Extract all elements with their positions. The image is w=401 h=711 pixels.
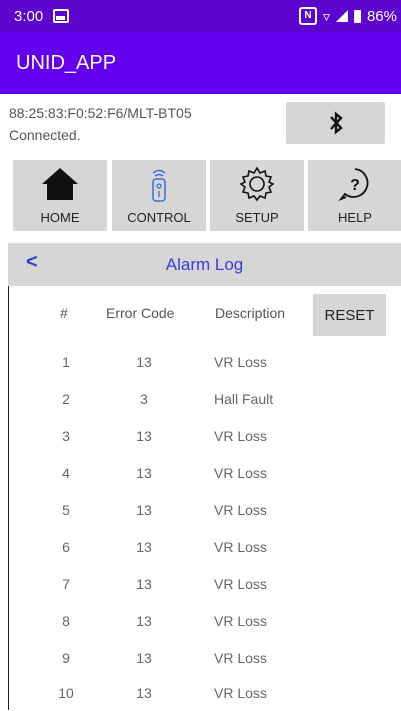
setup-button[interactable]: SETUP <box>210 160 304 231</box>
connection-panel: 88:25:83:F0:52:F6/MLT-BT05 Connected. <box>0 94 401 156</box>
row-description: Hall Fault <box>214 391 274 407</box>
back-button[interactable]: < <box>26 251 38 274</box>
table-row: 7 13 VR Loss <box>8 565 401 602</box>
help-button[interactable]: ? HELP <box>308 160 401 231</box>
row-number: 7 <box>62 576 70 592</box>
row-error-code: 13 <box>136 685 152 701</box>
row-description: VR Loss <box>214 539 267 555</box>
table-row: 4 13 VR Loss <box>8 454 401 491</box>
row-number: 6 <box>62 539 70 555</box>
remote-icon <box>144 166 174 202</box>
home-label: HOME <box>40 210 80 225</box>
row-description: VR Loss <box>214 502 267 518</box>
row-error-code: 13 <box>136 502 152 518</box>
table-row: 1 13 VR Loss <box>8 343 401 380</box>
header-description: Description <box>215 305 286 321</box>
connection-status: Connected. <box>9 127 81 143</box>
row-error-code: 13 <box>136 428 152 444</box>
app-title: UNID_APP <box>16 51 117 74</box>
battery-icon <box>353 9 361 23</box>
wifi-icon: ▿ <box>322 7 330 24</box>
row-description: VR Loss <box>214 465 267 481</box>
setup-label: SETUP <box>235 210 279 225</box>
row-error-code: 13 <box>136 354 152 370</box>
row-number: 9 <box>62 650 70 666</box>
row-description: VR Loss <box>214 354 267 370</box>
battery-text: 86% <box>366 7 397 25</box>
app-bar: UNID_APP <box>0 32 401 94</box>
page-title-bar: Alarm Log < <box>8 243 401 286</box>
home-icon <box>40 166 80 202</box>
row-description: VR Loss <box>214 650 267 666</box>
status-bar: 3:00 N ▿ 86% <box>0 0 401 32</box>
table-row: 6 13 VR Loss <box>8 528 401 565</box>
device-address: 88:25:83:F0:52:F6/MLT-BT05 <box>9 105 192 121</box>
bluetooth-button[interactable] <box>286 102 385 144</box>
header-error-code: Error Code <box>106 305 175 321</box>
row-number: 8 <box>62 613 70 629</box>
table-row: 9 13 VR Loss <box>8 639 401 676</box>
nav-row: HOME CONTROL SETUP ? HELP <box>0 157 401 232</box>
row-number: 10 <box>58 685 74 701</box>
status-icons: N ▿ 86% <box>298 0 397 32</box>
row-number: 4 <box>62 465 70 481</box>
row-description: VR Loss <box>214 685 267 701</box>
control-label: CONTROL <box>127 210 191 225</box>
row-error-code: 13 <box>136 576 152 592</box>
row-error-code: 13 <box>136 650 152 666</box>
reset-button[interactable]: RESET <box>313 294 386 336</box>
row-description: VR Loss <box>214 613 267 629</box>
help-icon: ? <box>336 166 374 202</box>
row-error-code: 3 <box>140 391 148 407</box>
status-time: 3:00 <box>14 7 44 25</box>
nfc-icon: N <box>298 7 317 25</box>
header-number: # <box>60 305 68 321</box>
row-number: 2 <box>62 391 70 407</box>
row-error-code: 13 <box>136 539 152 555</box>
table-row: 2 3 Hall Fault <box>8 380 401 417</box>
row-number: 1 <box>62 354 70 370</box>
row-error-code: 13 <box>136 613 152 629</box>
svg-text:?: ? <box>350 177 360 194</box>
help-label: HELP <box>338 210 372 225</box>
row-error-code: 13 <box>136 465 152 481</box>
page-title: Alarm Log <box>165 255 244 274</box>
bluetooth-disconnect-icon <box>329 111 343 135</box>
home-button[interactable]: HOME <box>13 160 107 231</box>
row-description: VR Loss <box>214 576 267 592</box>
row-number: 5 <box>62 502 70 518</box>
table-row: 3 13 VR Loss <box>8 417 401 454</box>
row-number: 3 <box>62 428 70 444</box>
signal-icon <box>335 10 348 22</box>
table-row: 10 13 VR Loss <box>8 674 401 711</box>
table-row: 5 13 VR Loss <box>8 491 401 528</box>
table-row: 8 13 VR Loss <box>8 602 401 639</box>
gallery-notification-icon <box>53 9 70 23</box>
row-description: VR Loss <box>214 428 267 444</box>
gear-icon <box>238 166 276 202</box>
control-button[interactable]: CONTROL <box>112 160 206 231</box>
